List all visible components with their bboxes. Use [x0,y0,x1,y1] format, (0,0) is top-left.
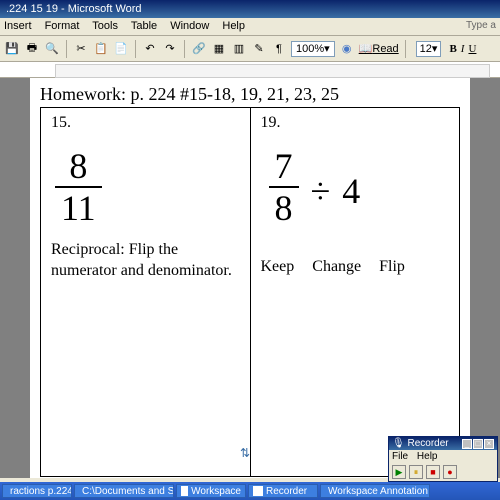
task-workspace[interactable]: Workspace [176,484,246,498]
close-button[interactable]: × [484,439,494,449]
paragraph-icon[interactable]: ¶ [271,41,287,57]
table-icon[interactable]: ▦ [211,41,227,57]
redo-icon[interactable]: ↷ [162,41,178,57]
menu-tools[interactable]: Tools [92,20,118,32]
recorder-window-controls: _ □ × [462,439,494,449]
problem-19: 19. 7 8 ÷ 4 Keep Change Flip [251,108,460,476]
page[interactable]: Homework: p. 224 #15-18, 19, 21, 23, 25 … [30,78,470,478]
link-icon[interactable]: 🔗 [191,41,207,57]
task-annotation[interactable]: Workspace Annotation - ... [320,484,430,498]
underline-button[interactable]: U [468,43,476,55]
denominator: 8 [269,186,299,226]
font-size-select[interactable]: 12 ▾ [416,41,442,57]
preview-icon[interactable]: 🔍 [44,41,60,57]
recorder-file-menu[interactable]: File [392,451,408,462]
problems-table: 15. 8 11 Reciprocal: Flip the numerator … [40,107,460,477]
taskbar: ractions p.224 ... C:\Documents and Sett… [0,482,500,500]
copy-icon[interactable]: 📋 [93,41,109,57]
window-title: .224 15 19 - Microsoft Word [6,3,142,15]
ruler[interactable] [0,62,500,78]
keep-change-flip: Keep Change Flip [261,258,450,276]
read-button[interactable]: 📖Read [359,42,399,55]
italic-button[interactable]: I [461,43,465,55]
minimize-button[interactable]: _ [462,439,472,449]
toolbar: 💾 🖶 🔍 ✂ 📋 📄 ↶ ↷ 🔗 ▦ ▥ ✎ ¶ 100% ▾ ◉ 📖Read… [0,36,500,62]
paste-icon[interactable]: 📄 [113,41,129,57]
problem-number: 19. [261,114,450,132]
task-word[interactable]: ractions p.224 ... [2,484,72,498]
recorder-controls: ▶ ⏸ ■ ● [389,463,497,481]
bold-button[interactable]: B [449,43,456,55]
recorder-icon [253,486,263,496]
play-button[interactable]: ▶ [392,465,406,479]
fraction-7-8: 7 8 [269,148,299,226]
kcf-flip: Flip [379,258,405,276]
expression: 7 8 ÷ 4 [265,142,450,240]
workspace-icon [181,486,188,496]
cut-icon[interactable]: ✂ [73,41,89,57]
menu-window[interactable]: Window [170,20,209,32]
record-button[interactable]: ● [443,465,457,479]
help-icon[interactable]: ◉ [339,41,355,57]
numerator: 7 [269,148,299,186]
separator [135,40,136,58]
zoom-select[interactable]: 100% ▾ [291,41,335,57]
denominator: 11 [55,186,102,226]
columns-icon[interactable]: ▥ [231,41,247,57]
separator [405,40,406,58]
recorder-titlebar[interactable]: 🎙 Recorder _ □ × [389,437,497,450]
problem-15: 15. 8 11 Reciprocal: Flip the numerator … [41,108,251,476]
recorder-help-menu[interactable]: Help [417,451,438,462]
stop-button[interactable]: ■ [426,465,440,479]
kcf-change: Change [312,258,361,276]
menu-bar: Insert Format Tools Table Window Help [0,18,500,36]
print-icon[interactable]: 🖶 [24,41,40,57]
pause-button[interactable]: ⏸ [409,465,423,479]
operand: 4 [342,170,360,212]
menu-help[interactable]: Help [222,20,245,32]
recorder-window[interactable]: 🎙 Recorder _ □ × File Help ▶ ⏸ ■ ● [388,436,498,482]
fraction-8-11: 8 11 [55,148,102,226]
separator [66,40,67,58]
drawing-icon[interactable]: ✎ [251,41,267,57]
save-icon[interactable]: 💾 [4,41,20,57]
separator [184,40,185,58]
problem-description: Reciprocal: Flip the numerator and denom… [51,240,240,282]
undo-icon[interactable]: ↶ [142,41,158,57]
menu-insert[interactable]: Insert [4,20,32,32]
document-area: Homework: p. 224 #15-18, 19, 21, 23, 25 … [0,78,500,478]
problem-number: 15. [51,114,240,132]
recorder-menu: File Help [389,450,497,463]
search-hint[interactable]: Type a [466,20,496,31]
numerator: 8 [63,148,93,186]
text-style: B I U [449,43,476,55]
task-recorder[interactable]: Recorder [248,484,318,498]
recorder-title: 🎙 Recorder [392,438,449,449]
kcf-keep: Keep [261,258,295,276]
window-titlebar: .224 15 19 - Microsoft Word [0,0,500,18]
divide-sign: ÷ [311,170,331,212]
maximize-button[interactable]: □ [473,439,483,449]
task-explorer[interactable]: C:\Documents and Setti... [74,484,174,498]
menu-format[interactable]: Format [45,20,80,32]
menu-table[interactable]: Table [131,20,157,32]
split-handle-icon[interactable]: ⇅ [240,446,250,460]
homework-title: Homework: p. 224 #15-18, 19, 21, 23, 25 [40,84,460,105]
